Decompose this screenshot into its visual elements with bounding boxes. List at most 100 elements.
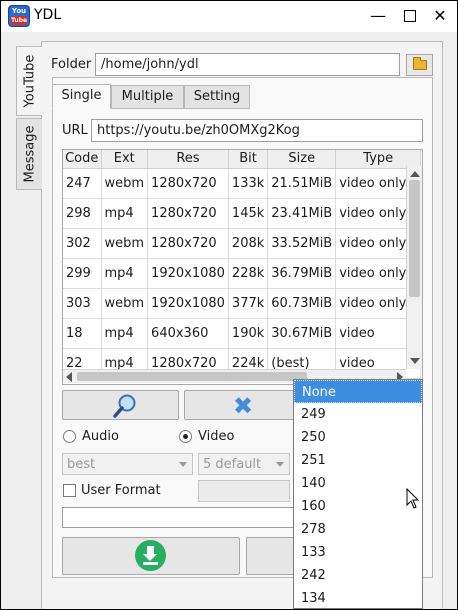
quality-combo[interactable]: best bbox=[62, 453, 193, 475]
mouse-cursor-icon bbox=[406, 488, 420, 509]
minimize-button[interactable]: — bbox=[367, 6, 389, 28]
dropdown-option[interactable]: 278 bbox=[294, 518, 422, 541]
title-bar: You Tube YDL — ✕ bbox=[1, 1, 457, 32]
column-header-ext[interactable]: Ext bbox=[101, 150, 149, 169]
default-combo[interactable]: 5 default bbox=[198, 453, 290, 475]
default-combo-value: 5 default bbox=[203, 457, 262, 472]
user-format-label: User Format bbox=[81, 483, 161, 498]
cell-res: 1280x720 bbox=[147, 228, 229, 259]
side-tab-message[interactable]: Message bbox=[16, 118, 42, 190]
dropdown-option[interactable]: 160 bbox=[294, 495, 422, 518]
cell-ext: mp4 bbox=[101, 198, 149, 229]
column-header-size[interactable]: Size bbox=[267, 150, 337, 169]
cell-ext: webm bbox=[101, 288, 149, 319]
download-button[interactable] bbox=[62, 537, 240, 575]
cell-bit: 190k bbox=[228, 318, 269, 349]
cell-ext: mp4 bbox=[101, 318, 149, 349]
column-header-bit[interactable]: Bit bbox=[228, 150, 269, 169]
cell-res: 1280x720 bbox=[147, 198, 229, 229]
side-tab-label: Message bbox=[22, 125, 37, 183]
cell-code: 298 bbox=[63, 198, 102, 229]
cell-bit: 145k bbox=[228, 198, 269, 229]
cell-res: 1280x720 bbox=[147, 168, 229, 199]
dropdown-option[interactable]: 249 bbox=[294, 403, 422, 426]
scroll-left-arrow-icon[interactable] bbox=[66, 372, 72, 382]
app-icon-text-bottom: Tube bbox=[11, 16, 28, 25]
folder-path-field[interactable]: /home/john/ydl bbox=[95, 53, 400, 76]
close-icon: ✕ bbox=[433, 6, 447, 25]
column-header-code[interactable]: Code bbox=[63, 150, 102, 169]
cell-bit: 228k bbox=[228, 258, 269, 289]
cell-code: 303 bbox=[63, 288, 102, 319]
progress-field bbox=[62, 507, 302, 528]
dropdown-option[interactable]: 134 bbox=[294, 587, 422, 608]
cell-size: 30.67MiB bbox=[267, 318, 337, 349]
app-icon-text-top: You bbox=[11, 7, 27, 15]
clear-button[interactable]: ✖ bbox=[184, 390, 302, 420]
cell-code: 247 bbox=[63, 168, 102, 199]
cell-bit: 377k bbox=[228, 288, 269, 319]
horizontal-scroll-thumb[interactable] bbox=[77, 372, 307, 381]
table-row[interactable]: 302 webm 1280x720 208k 33.52MiB video only bbox=[63, 228, 422, 259]
window-title: YDL bbox=[34, 7, 62, 23]
chevron-down-icon bbox=[179, 462, 187, 467]
table-row[interactable]: 299 mp4 1920x1080 228k 36.79MiB video only bbox=[63, 258, 422, 289]
tab-setting[interactable]: Setting bbox=[184, 85, 250, 109]
audio-radio[interactable] bbox=[63, 430, 76, 443]
cell-size: 23.41MiB bbox=[267, 198, 337, 229]
table-row[interactable]: 247 webm 1280x720 133k 21.51MiB video only bbox=[63, 168, 422, 199]
analyze-button[interactable] bbox=[62, 390, 179, 420]
cell-size: 33.52MiB bbox=[267, 228, 337, 259]
table-row[interactable]: 298 mp4 1280x720 145k 23.41MiB video only bbox=[63, 198, 422, 229]
download-icon bbox=[135, 540, 166, 571]
maximize-button[interactable] bbox=[399, 6, 421, 28]
scroll-down-arrow-icon[interactable] bbox=[410, 358, 420, 364]
side-tab-label: YouTube bbox=[22, 54, 37, 108]
cell-bit: 133k bbox=[228, 168, 269, 199]
dropdown-option[interactable]: 133 bbox=[294, 541, 422, 564]
youtube-app-icon: You Tube bbox=[8, 5, 30, 27]
user-format-checkbox[interactable] bbox=[63, 484, 76, 497]
dropdown-option[interactable]: 250 bbox=[294, 426, 422, 449]
cell-ext: webm bbox=[101, 168, 149, 199]
maximize-icon bbox=[404, 10, 416, 22]
scroll-up-arrow-icon[interactable] bbox=[410, 171, 420, 177]
format-dropdown-list[interactable]: None 249 250 251 140 160 278 133 242 134 bbox=[293, 379, 423, 609]
clear-x-icon: ✖ bbox=[233, 392, 254, 420]
cell-bit: 208k bbox=[228, 228, 269, 259]
minimize-icon: — bbox=[370, 6, 386, 25]
video-label: Video bbox=[198, 429, 235, 444]
column-header-res[interactable]: Res bbox=[147, 150, 229, 169]
cell-ext: mp4 bbox=[101, 258, 149, 289]
cell-res: 1920x1080 bbox=[147, 258, 229, 289]
cell-code: 299 bbox=[63, 258, 102, 289]
folder-icon bbox=[413, 57, 427, 70]
folder-label: Folder bbox=[51, 57, 92, 72]
side-tab-youtube[interactable]: YouTube bbox=[16, 46, 42, 116]
dropdown-option[interactable]: 251 bbox=[294, 449, 422, 472]
tab-single[interactable]: Single bbox=[52, 84, 111, 109]
user-format-input[interactable] bbox=[198, 480, 290, 502]
dropdown-option[interactable]: 242 bbox=[294, 564, 422, 587]
vertical-scroll-thumb[interactable] bbox=[409, 180, 420, 297]
table-row[interactable]: 18 mp4 640x360 190k 30.67MiB video bbox=[63, 318, 422, 349]
quality-combo-value: best bbox=[67, 457, 96, 472]
dropdown-option[interactable]: None bbox=[294, 380, 422, 403]
app-window: You Tube YDL — ✕ YouTube Message Folder … bbox=[0, 0, 458, 610]
cell-res: 640x360 bbox=[147, 318, 229, 349]
cell-code: 302 bbox=[63, 228, 102, 259]
dropdown-option[interactable]: 140 bbox=[294, 472, 422, 495]
browse-folder-button[interactable] bbox=[406, 54, 433, 76]
video-radio[interactable] bbox=[179, 430, 192, 443]
close-button[interactable]: ✕ bbox=[429, 6, 451, 28]
table-row[interactable]: 303 webm 1920x1080 377k 60.73MiB video only bbox=[63, 288, 422, 319]
search-icon bbox=[113, 394, 136, 418]
url-label: URL bbox=[62, 123, 88, 138]
cell-size: 60.73MiB bbox=[267, 288, 337, 319]
tab-multiple[interactable]: Multiple bbox=[111, 85, 184, 109]
table-vertical-scrollbar[interactable] bbox=[406, 166, 422, 369]
cell-code: 18 bbox=[63, 318, 102, 349]
chevron-down-icon bbox=[276, 462, 284, 467]
url-input[interactable]: https://youtu.be/zh0OMXg2Kog bbox=[91, 119, 423, 142]
audio-label: Audio bbox=[82, 429, 119, 444]
